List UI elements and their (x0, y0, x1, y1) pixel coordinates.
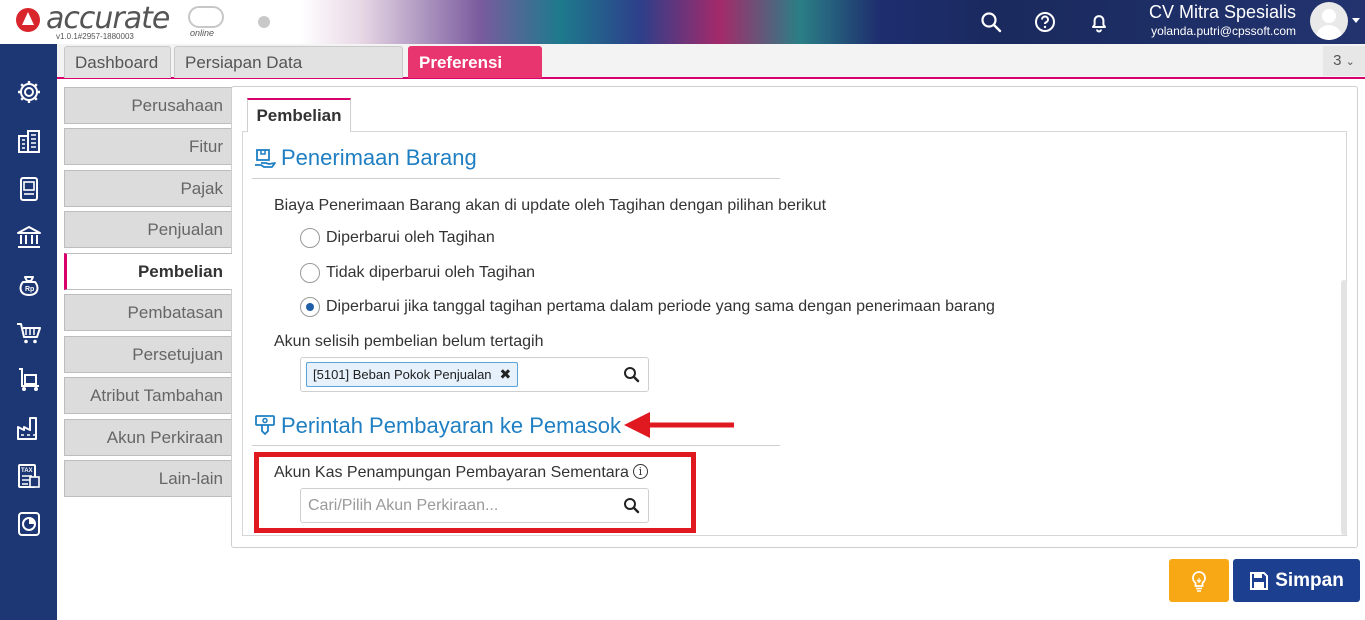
avatar[interactable] (1310, 2, 1348, 40)
side-menu-pajak[interactable]: Pajak (64, 170, 232, 207)
left-navigation-bar: Rp TAX (0, 44, 57, 620)
logo-text: accurate (46, 1, 170, 36)
goods-receipt-icon (254, 147, 276, 169)
vertical-scrollbar[interactable] (1341, 280, 1347, 535)
search-icon[interactable] (975, 6, 1007, 38)
section-title-perintah-pembayaran: Perintah Pembayaran ke Pemasok (281, 413, 621, 438)
radio-label: Tidak diperbarui oleh Tagihan (326, 264, 536, 281)
radio-tidak-diperbarui[interactable]: Tidak diperbarui oleh Tagihan (300, 263, 535, 283)
save-label: Simpan (1275, 569, 1344, 591)
side-menu-akun-perkiraan[interactable]: Akun Perkiraan (64, 419, 232, 456)
tab-count: 3 (1333, 52, 1342, 69)
side-menu-persetujuan[interactable]: Persetujuan (64, 336, 232, 373)
trolley-icon[interactable] (14, 365, 44, 395)
logo-online-text: online (190, 28, 215, 38)
search-icon[interactable] (621, 364, 643, 386)
radio-diperbarui-jika-tanggal[interactable]: Diperbarui jika tanggal tagihan pertama … (300, 297, 995, 317)
section-title-penerimaan-barang: Penerimaan Barang (281, 145, 477, 170)
cloud-icon (188, 6, 224, 28)
cart-icon[interactable] (14, 318, 44, 348)
company-info[interactable]: CV Mitra Spesialis yolanda.putri@cpssoft… (1120, 2, 1296, 38)
account-field-label: Akun selisih pembelian belum tertagih (274, 333, 544, 350)
report-icon[interactable] (14, 509, 44, 539)
save-icon (1250, 571, 1269, 590)
tab-preferensi[interactable]: Preferensi✖ (408, 46, 542, 104)
top-bar: accurate online v1.0.1#2957-1880003 CV M… (0, 0, 1365, 44)
side-menu-fitur[interactable]: Fitur (64, 128, 232, 165)
side-menu-perusahaan[interactable]: Perusahaan (64, 87, 232, 124)
radio-diperbarui-oleh-tagihan[interactable]: Diperbarui oleh Tagihan (300, 228, 495, 248)
chevron-down-icon[interactable] (1352, 18, 1360, 23)
section-divider (252, 178, 780, 179)
lightbulb-icon (1192, 570, 1206, 592)
user-email: yolanda.putri@cpssoft.com (1151, 24, 1296, 38)
status-dot (258, 16, 270, 28)
chevron-down-icon: ⌄ (1345, 56, 1355, 68)
side-menu-atribut-tambahan[interactable]: Atribut Tambahan (64, 377, 232, 414)
book-icon[interactable] (14, 174, 44, 204)
section-divider (252, 445, 780, 446)
annotation-arrow-icon (624, 412, 734, 438)
building-icon[interactable] (14, 126, 44, 156)
tab-pembelian[interactable]: Pembelian (247, 98, 351, 132)
bell-icon[interactable] (1083, 6, 1115, 38)
svg-text:Rp: Rp (25, 286, 34, 293)
settings-icon[interactable] (14, 77, 44, 107)
save-button[interactable]: Simpan (1233, 559, 1360, 602)
side-menu-penjualan[interactable]: Penjualan (64, 211, 232, 248)
app-version: v1.0.1#2957-1880003 (56, 32, 134, 41)
receipt-cost-question: Biaya Penerimaan Barang akan di update o… (274, 197, 827, 214)
chip-label: [5101] Beban Pokok Penjualan (313, 367, 492, 382)
tab-persiapan-data-perusahaan[interactable]: Persiapan Data Perusahaan (174, 46, 403, 104)
factory-icon[interactable] (14, 413, 44, 443)
account-select-field[interactable]: [5101] Beban Pokok Penjualan ✖ (300, 357, 649, 392)
bank-icon[interactable] (14, 222, 44, 252)
tab-label: Dashboard (75, 53, 159, 72)
tab-dashboard[interactable]: Dashboard (64, 46, 171, 78)
tax-icon[interactable]: TAX (14, 461, 44, 491)
side-menu-pembatasan[interactable]: Pembatasan (64, 294, 232, 331)
radio-button[interactable] (300, 228, 320, 248)
help-icon[interactable] (1029, 6, 1061, 38)
svg-text:TAX: TAX (21, 468, 33, 474)
radio-button[interactable] (300, 263, 320, 283)
highlight-box (254, 452, 696, 533)
company-name: CV Mitra Spesialis (1148, 2, 1296, 22)
selected-account-chip: [5101] Beban Pokok Penjualan ✖ (306, 362, 519, 387)
radio-label: Diperbarui jika tanggal tagihan pertama … (326, 298, 995, 315)
accurate-logo-icon (16, 8, 40, 32)
tab-label: Preferensi (419, 53, 503, 72)
radio-label: Diperbarui oleh Tagihan (326, 229, 495, 246)
payment-order-icon (254, 414, 276, 436)
app-logo[interactable]: accurate online v1.0.1#2957-1880003 (10, 1, 270, 42)
tips-button[interactable] (1169, 559, 1229, 602)
tab-count-dropdown[interactable]: 3 ⌄ (1323, 46, 1365, 76)
side-menu-pembelian[interactable]: Pembelian (64, 253, 232, 290)
remove-icon[interactable]: ✖ (500, 363, 512, 386)
radio-button-selected[interactable] (300, 297, 320, 317)
side-menu-lain-lain[interactable]: Lain-lain (64, 460, 232, 497)
money-bag-icon[interactable]: Rp (14, 270, 44, 300)
tab-strip: Dashboard Persiapan Data Perusahaan Pref… (57, 44, 1365, 104)
